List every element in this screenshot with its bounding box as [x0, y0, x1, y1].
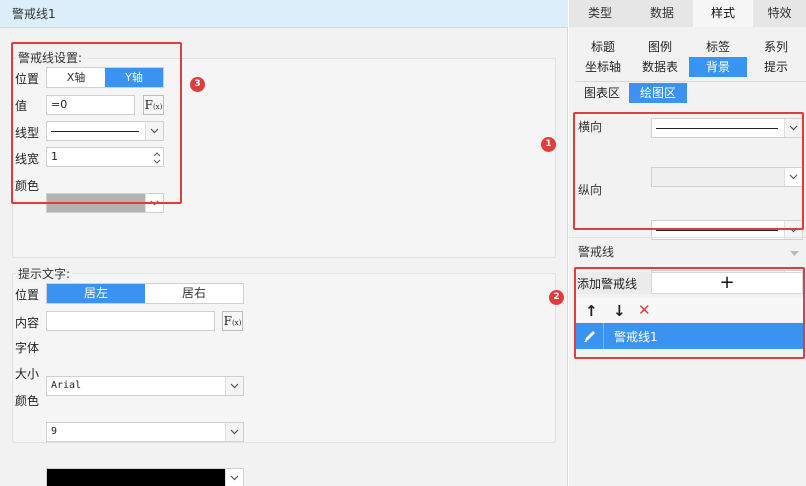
subtab-axis[interactable]: 坐标轴 — [575, 57, 631, 77]
area-tab-plot[interactable]: 绘图区 — [629, 83, 687, 103]
tab-data[interactable]: 数据 — [631, 0, 693, 27]
chevron-down-icon — [225, 423, 243, 441]
collapse-triangle-icon[interactable] — [790, 246, 799, 260]
subtab-tooltip[interactable]: 提示 — [747, 57, 805, 77]
line-style-sample — [656, 230, 778, 231]
panel-title: 警戒线1 — [0, 0, 568, 28]
subtab-datatable[interactable]: 数据表 — [631, 57, 689, 77]
color-swatch — [47, 469, 225, 486]
subtab-title[interactable]: 标题 — [575, 37, 631, 57]
area-tab-chart[interactable]: 图表区 — [575, 83, 629, 103]
chevron-down-icon — [225, 377, 243, 395]
warning-line-section-title: 警戒线 — [578, 245, 615, 259]
tab-effects[interactable]: 特效 — [753, 0, 806, 27]
tip-position-control: 居左 居右 — [46, 283, 244, 304]
size-label: 大小 — [15, 367, 40, 381]
text-color-picker[interactable] — [46, 468, 244, 486]
annotation-badge-1: 1 — [541, 137, 556, 152]
subtab-background[interactable]: 背景 — [689, 57, 747, 77]
subtab-series[interactable]: 系列 — [747, 37, 805, 57]
tab-style[interactable]: 样式 — [693, 0, 753, 27]
divider — [569, 237, 806, 238]
subtab-label[interactable]: 标签 — [689, 37, 747, 57]
font-label: 字体 — [15, 341, 40, 355]
font-select[interactable]: Arial — [46, 376, 244, 396]
align-right-option[interactable]: 居右 — [145, 284, 243, 303]
annotation-box-1 — [573, 112, 804, 230]
content-formula-button[interactable]: F(x) — [222, 311, 243, 331]
annotation-badge-3: 3 — [190, 77, 205, 92]
tip-text-title: 提示文字: — [16, 265, 73, 282]
size-select[interactable]: 9 — [46, 422, 244, 442]
tab-type[interactable]: 类型 — [569, 0, 631, 27]
tip-position-label: 位置 — [15, 288, 40, 302]
chevron-down-icon — [225, 469, 243, 486]
annotation-badge-2: 2 — [549, 290, 564, 305]
annotation-box-3 — [11, 42, 182, 204]
annotation-box-2 — [574, 267, 805, 359]
font-value: Arial — [51, 380, 82, 391]
tip-color-label: 颜色 — [15, 394, 40, 408]
line-editor-panel: 警戒线1 警戒线设置: 位置 X轴 Y轴 值 =0 F(x) 线型 线宽 1 颜… — [0, 0, 568, 486]
subtab-legend[interactable]: 图例 — [631, 37, 689, 57]
align-left-option[interactable]: 居左 — [47, 284, 145, 303]
divider — [575, 81, 806, 82]
property-panel: 类型 数据 样式 特效 标题 图例 标签 系列 坐标轴 数据表 背景 提示 图表… — [541, 0, 806, 486]
content-label: 内容 — [15, 316, 40, 330]
content-input[interactable] — [46, 311, 215, 331]
size-value: 9 — [51, 426, 58, 437]
